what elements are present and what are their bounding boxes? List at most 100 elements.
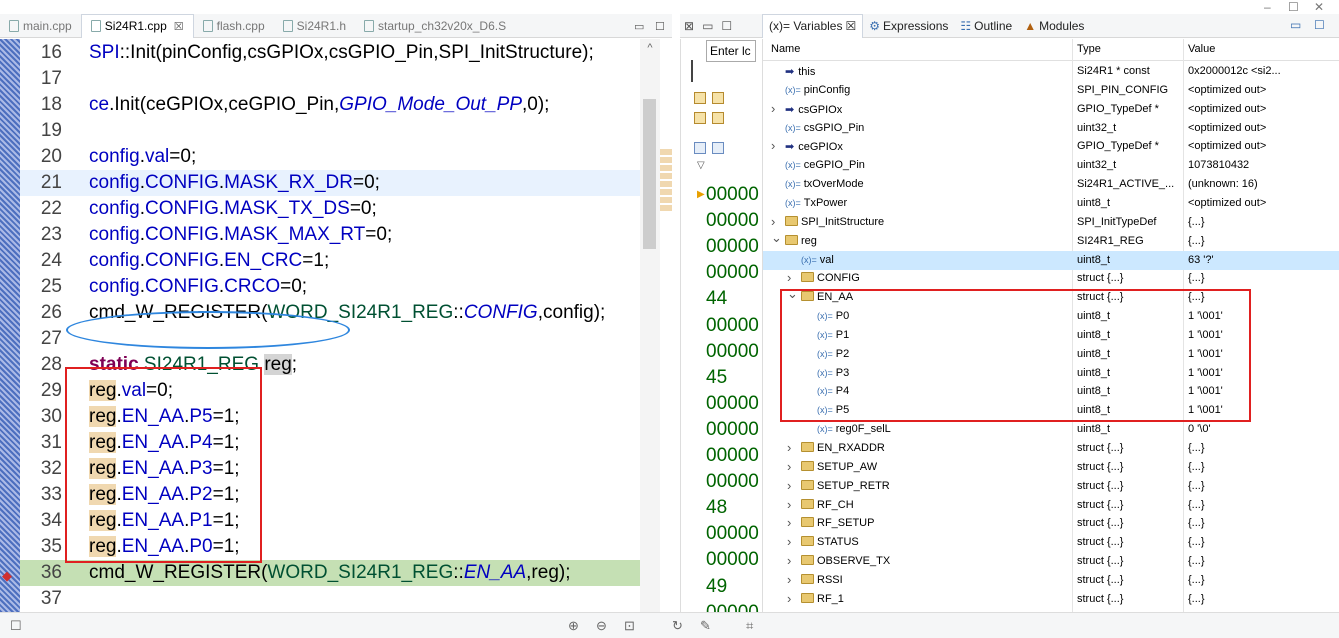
rotate-icon[interactable]: ↻ bbox=[672, 618, 683, 634]
variable-value[interactable]: {...} bbox=[1188, 517, 1298, 529]
expand-icon[interactable]: › bbox=[787, 497, 791, 512]
link-icon[interactable] bbox=[712, 112, 724, 124]
variable-row[interactable]: › ➡ ceGPIOx GPIO_TypeDef * <optimized out> bbox=[763, 137, 1339, 156]
expand-icon[interactable]: › bbox=[787, 591, 791, 606]
view-menu-icon[interactable]: ☐ bbox=[1314, 18, 1325, 32]
variable-value[interactable]: {...} bbox=[1188, 593, 1298, 605]
variable-value[interactable]: {...} bbox=[1188, 442, 1298, 454]
minimize-icon[interactable]: – bbox=[1264, 0, 1271, 14]
mid-minimize-icon[interactable]: ▭ bbox=[702, 19, 713, 33]
crop-icon[interactable]: ⌗ bbox=[746, 618, 753, 634]
annotation-ruler[interactable] bbox=[0, 39, 20, 612]
overview-mark[interactable] bbox=[660, 189, 672, 195]
view-tab[interactable]: ⚙ Expressions bbox=[863, 14, 954, 38]
variable-value[interactable]: 0x2000012c <si2... bbox=[1188, 65, 1298, 77]
export-icon[interactable] bbox=[712, 142, 724, 154]
variable-row[interactable]: › SPI_InitStructure SPI_InitTypeDef {...} bbox=[763, 213, 1339, 232]
editor-maximize-icon[interactable]: ☐ bbox=[655, 20, 665, 33]
expand-icon[interactable]: › bbox=[787, 440, 791, 455]
collapse-icon[interactable]: ⌄ bbox=[771, 230, 782, 246]
variable-row[interactable]: › ➡ csGPIOx GPIO_TypeDef * <optimized out> bbox=[763, 100, 1339, 119]
collapse-all-icon[interactable]: ▭ bbox=[1290, 18, 1301, 32]
code-line[interactable]: 22 config.CONFIG.MASK_TX_DS=0; bbox=[20, 196, 640, 222]
disassembly-line[interactable]: 00000 bbox=[706, 523, 759, 545]
code-line[interactable]: 18 ce.Init(ceGPIOx,ceGPIO_Pin,GPIO_Mode_O… bbox=[20, 92, 640, 118]
code-line[interactable]: 19 bbox=[20, 118, 640, 144]
overview-mark[interactable] bbox=[660, 157, 672, 163]
variable-row[interactable]: ⌄ reg SI24R1_REG {...} bbox=[763, 230, 1339, 251]
editor-tab[interactable]: startup_ch32v20x_D6.S bbox=[355, 14, 515, 38]
expand-icon[interactable]: › bbox=[787, 572, 791, 587]
variable-value[interactable]: {...} bbox=[1188, 235, 1298, 247]
variable-value[interactable]: 0 '\0' bbox=[1188, 423, 1298, 435]
home-icon[interactable] bbox=[712, 92, 724, 104]
disassembly-line[interactable]: 00000 bbox=[706, 393, 759, 415]
scroll-up-icon[interactable]: ^ bbox=[640, 39, 660, 57]
code-line[interactable]: 20 config.val=0; bbox=[20, 144, 640, 170]
variable-row[interactable]: ➡ this Si24R1 * const 0x2000012c <si2... bbox=[763, 62, 1339, 81]
view-tab[interactable]: (x)= Variables ☒ bbox=[762, 13, 864, 38]
fit-icon[interactable]: ⊡ bbox=[624, 618, 635, 634]
close-tab-icon[interactable]: ☒ bbox=[174, 20, 184, 33]
disassembly-line[interactable]: 00000 bbox=[706, 419, 759, 441]
variable-value[interactable]: 1073810432 bbox=[1188, 159, 1298, 171]
variable-row[interactable]: › EN_RXADDR struct {...} {...} bbox=[763, 439, 1339, 458]
code-line[interactable]: 36 cmd_W_REGISTER(WORD_SI24R1_REG::EN_AA,… bbox=[20, 560, 640, 586]
overview-mark[interactable] bbox=[660, 205, 672, 211]
zoom-in-icon[interactable]: ⊕ bbox=[568, 618, 579, 634]
overview-ruler[interactable] bbox=[660, 39, 672, 612]
edit-icon[interactable]: ✎ bbox=[700, 618, 711, 634]
view-tab[interactable]: ▲ Modules bbox=[1018, 14, 1090, 38]
variable-value[interactable]: {...} bbox=[1188, 480, 1298, 492]
code-line[interactable]: 21 config.CONFIG.MASK_RX_DR=0; bbox=[20, 170, 640, 196]
expand-icon[interactable]: › bbox=[787, 553, 791, 568]
variable-row[interactable]: › RSSI struct {...} {...} bbox=[763, 571, 1339, 590]
editor-scroll-thumb[interactable] bbox=[643, 99, 656, 249]
editor-minimize-icon[interactable]: ▭ bbox=[634, 20, 644, 33]
variable-value[interactable]: <optimized out> bbox=[1188, 122, 1298, 134]
disassembly-line[interactable]: 00000 bbox=[706, 236, 759, 258]
variable-value[interactable]: (unknown: 16) bbox=[1188, 178, 1298, 190]
location-input[interactable]: Enter lc bbox=[706, 40, 756, 62]
expand-icon[interactable]: › bbox=[771, 101, 775, 116]
code-line[interactable]: 37 bbox=[20, 586, 640, 612]
home-icon[interactable] bbox=[694, 92, 706, 104]
editor-tab[interactable]: Si24R1.cpp ☒ bbox=[80, 13, 194, 38]
expand-icon[interactable]: › bbox=[771, 214, 775, 229]
disassembly-line[interactable]: 00000 bbox=[706, 549, 759, 571]
disassembly-tab-icon[interactable]: ⊠ bbox=[684, 19, 694, 33]
disassembly-line[interactable]: 00000 bbox=[706, 184, 759, 206]
mixed-mode-icon[interactable] bbox=[694, 142, 706, 154]
editor-tab[interactable]: Si24R1.h bbox=[274, 14, 355, 38]
expand-icon[interactable]: › bbox=[787, 534, 791, 549]
variable-value[interactable]: <optimized out> bbox=[1188, 103, 1298, 115]
variable-value[interactable]: {...} bbox=[1188, 216, 1298, 228]
mid-maximize-icon[interactable]: ☐ bbox=[721, 19, 732, 33]
view-menu-icon[interactable]: ▽ bbox=[697, 160, 705, 171]
expand-icon[interactable]: › bbox=[787, 515, 791, 530]
variable-value[interactable]: {...} bbox=[1188, 272, 1298, 284]
column-type[interactable]: Type bbox=[1077, 43, 1101, 55]
column-name[interactable]: Name bbox=[771, 43, 800, 55]
variable-row[interactable]: › RF_SETUP struct {...} {...} bbox=[763, 514, 1339, 533]
overview-mark[interactable] bbox=[660, 173, 672, 179]
expand-icon[interactable]: › bbox=[771, 138, 775, 153]
sync-icon[interactable] bbox=[694, 112, 706, 124]
variable-row[interactable]: › SETUP_AW struct {...} {...} bbox=[763, 458, 1339, 477]
variable-row[interactable]: (x)= val uint8_t 63 '?' bbox=[763, 250, 1339, 270]
close-tab-icon[interactable]: ☒ bbox=[845, 19, 856, 33]
overview-mark[interactable] bbox=[660, 197, 672, 203]
disassembly-line[interactable]: 45 bbox=[706, 367, 727, 389]
code-line[interactable]: 24 config.CONFIG.EN_CRC=1; bbox=[20, 248, 640, 274]
code-line[interactable]: 17 bbox=[20, 66, 640, 92]
disassembly-line[interactable]: 00000 bbox=[706, 210, 759, 232]
column-value[interactable]: Value bbox=[1188, 43, 1215, 55]
disassembly-line[interactable]: 48 bbox=[706, 497, 727, 519]
maximize-icon[interactable]: ☐ bbox=[1288, 0, 1299, 14]
disassembly-line[interactable]: 00000 bbox=[706, 341, 759, 363]
variable-value[interactable]: {...} bbox=[1188, 499, 1298, 511]
variable-value[interactable]: {...} bbox=[1188, 536, 1298, 548]
view-tab[interactable]: ☷ Outline bbox=[954, 14, 1018, 38]
close-icon[interactable]: ✕ bbox=[1314, 0, 1324, 14]
variable-row[interactable]: › RF_1 struct {...} {...} bbox=[763, 590, 1339, 609]
